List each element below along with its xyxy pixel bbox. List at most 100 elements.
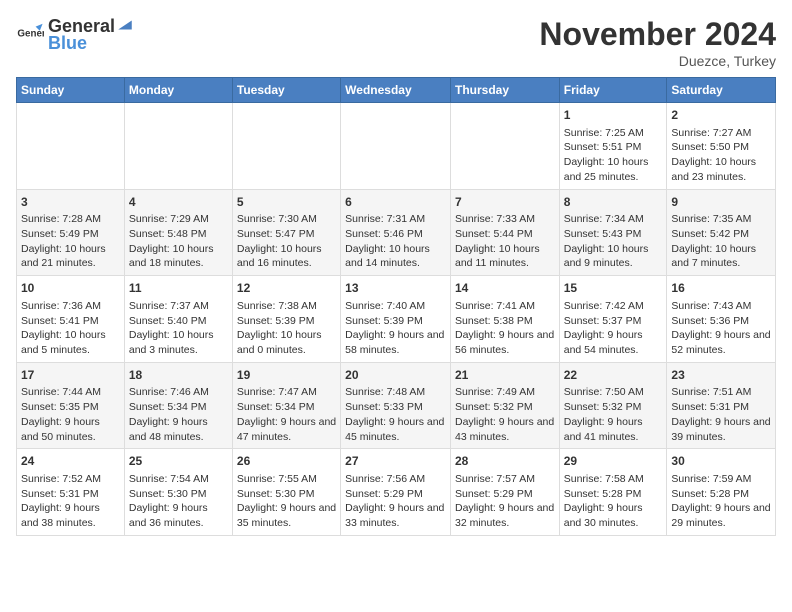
calendar-week-row: 10Sunrise: 7:36 AMSunset: 5:41 PMDayligh…: [17, 276, 776, 363]
day-info-line: Daylight: 9 hours and 58 minutes.: [345, 328, 446, 357]
day-info-line: Sunset: 5:47 PM: [237, 227, 336, 242]
day-info-line: Sunset: 5:49 PM: [21, 227, 120, 242]
day-info-line: Sunrise: 7:48 AM: [345, 385, 446, 400]
day-info-line: Sunset: 5:29 PM: [345, 487, 446, 502]
day-number: 2: [671, 107, 771, 124]
day-info-line: Sunset: 5:32 PM: [564, 400, 663, 415]
day-info-line: Sunrise: 7:30 AM: [237, 212, 336, 227]
day-info-line: Sunrise: 7:29 AM: [129, 212, 228, 227]
day-info-line: Sunset: 5:39 PM: [237, 314, 336, 329]
day-number: 26: [237, 453, 336, 470]
calendar-cell: 12Sunrise: 7:38 AMSunset: 5:39 PMDayligh…: [232, 276, 340, 363]
day-info-line: Daylight: 9 hours and 52 minutes.: [671, 328, 771, 357]
day-info-line: Sunrise: 7:36 AM: [21, 299, 120, 314]
day-info-line: Sunrise: 7:47 AM: [237, 385, 336, 400]
day-info-line: Sunset: 5:30 PM: [237, 487, 336, 502]
calendar-cell: 17Sunrise: 7:44 AMSunset: 5:35 PMDayligh…: [17, 362, 125, 449]
day-info-line: Sunrise: 7:37 AM: [129, 299, 228, 314]
day-info-line: Sunrise: 7:55 AM: [237, 472, 336, 487]
day-info-line: Sunset: 5:46 PM: [345, 227, 446, 242]
calendar-cell: 10Sunrise: 7:36 AMSunset: 5:41 PMDayligh…: [17, 276, 125, 363]
day-info-line: Daylight: 10 hours and 23 minutes.: [671, 155, 771, 184]
day-number: 19: [237, 367, 336, 384]
day-info-line: Daylight: 10 hours and 14 minutes.: [345, 242, 446, 271]
calendar-cell: 14Sunrise: 7:41 AMSunset: 5:38 PMDayligh…: [450, 276, 559, 363]
day-number: 29: [564, 453, 663, 470]
day-info-line: Sunset: 5:33 PM: [345, 400, 446, 415]
day-info-line: Daylight: 10 hours and 18 minutes.: [129, 242, 228, 271]
calendar-cell: 27Sunrise: 7:56 AMSunset: 5:29 PMDayligh…: [341, 449, 451, 536]
day-number: 14: [455, 280, 555, 297]
day-info-line: Sunrise: 7:27 AM: [671, 126, 771, 141]
day-info-line: Daylight: 10 hours and 5 minutes.: [21, 328, 120, 357]
day-header-thursday: Thursday: [450, 78, 559, 103]
day-info-line: Daylight: 9 hours and 29 minutes.: [671, 501, 771, 530]
day-info-line: Sunset: 5:32 PM: [455, 400, 555, 415]
day-info-line: Daylight: 9 hours and 43 minutes.: [455, 415, 555, 444]
day-info-line: Daylight: 10 hours and 7 minutes.: [671, 242, 771, 271]
day-info-line: Sunset: 5:30 PM: [129, 487, 228, 502]
calendar-cell: 28Sunrise: 7:57 AMSunset: 5:29 PMDayligh…: [450, 449, 559, 536]
day-info-line: Sunset: 5:36 PM: [671, 314, 771, 329]
day-number: 21: [455, 367, 555, 384]
day-info-line: Sunrise: 7:34 AM: [564, 212, 663, 227]
day-info-line: Sunrise: 7:41 AM: [455, 299, 555, 314]
calendar-week-row: 1Sunrise: 7:25 AMSunset: 5:51 PMDaylight…: [17, 103, 776, 190]
day-number: 3: [21, 194, 120, 211]
day-info-line: Daylight: 10 hours and 21 minutes.: [21, 242, 120, 271]
day-info-line: Sunrise: 7:40 AM: [345, 299, 446, 314]
day-info-line: Daylight: 10 hours and 0 minutes.: [237, 328, 336, 357]
day-info-line: Sunset: 5:44 PM: [455, 227, 555, 242]
calendar-cell: 11Sunrise: 7:37 AMSunset: 5:40 PMDayligh…: [124, 276, 232, 363]
day-info-line: Daylight: 9 hours and 39 minutes.: [671, 415, 771, 444]
day-info-line: Sunrise: 7:38 AM: [237, 299, 336, 314]
day-info-line: Sunset: 5:29 PM: [455, 487, 555, 502]
day-number: 13: [345, 280, 446, 297]
day-info-line: Sunset: 5:28 PM: [564, 487, 663, 502]
day-info-line: Sunrise: 7:46 AM: [129, 385, 228, 400]
day-info-line: Daylight: 9 hours and 30 minutes.: [564, 501, 663, 530]
calendar-cell: 8Sunrise: 7:34 AMSunset: 5:43 PMDaylight…: [559, 189, 667, 276]
day-header-tuesday: Tuesday: [232, 78, 340, 103]
day-info-line: Sunset: 5:51 PM: [564, 140, 663, 155]
calendar-cell: 9Sunrise: 7:35 AMSunset: 5:42 PMDaylight…: [667, 189, 776, 276]
calendar-table: SundayMondayTuesdayWednesdayThursdayFrid…: [16, 77, 776, 536]
day-info-line: Daylight: 9 hours and 33 minutes.: [345, 501, 446, 530]
day-number: 5: [237, 194, 336, 211]
day-number: 17: [21, 367, 120, 384]
calendar-week-row: 3Sunrise: 7:28 AMSunset: 5:49 PMDaylight…: [17, 189, 776, 276]
day-info-line: Sunset: 5:39 PM: [345, 314, 446, 329]
day-number: 4: [129, 194, 228, 211]
day-info-line: Sunrise: 7:59 AM: [671, 472, 771, 487]
day-info-line: Sunset: 5:31 PM: [671, 400, 771, 415]
day-info-line: Sunrise: 7:50 AM: [564, 385, 663, 400]
logo-arrow-icon: [116, 18, 134, 32]
calendar-cell: 26 Sunrise: 7:55 AMSunset: 5:30 PMDayligh…: [232, 449, 340, 536]
day-number: 20: [345, 367, 446, 384]
calendar-cell: 7Sunrise: 7:33 AMSunset: 5:44 PMDaylight…: [450, 189, 559, 276]
calendar-cell: [124, 103, 232, 190]
day-info-line: Sunrise: 7:43 AM: [671, 299, 771, 314]
day-info-line: Sunrise: 7:49 AM: [455, 385, 555, 400]
day-info-line: Daylight: 10 hours and 11 minutes.: [455, 242, 555, 271]
day-number: 25: [129, 453, 228, 470]
day-number: 28: [455, 453, 555, 470]
day-info-line: Daylight: 9 hours and 36 minutes.: [129, 501, 228, 530]
day-info-line: Sunrise: 7:31 AM: [345, 212, 446, 227]
day-info-line: Daylight: 9 hours and 41 minutes.: [564, 415, 663, 444]
day-info-line: Daylight: 9 hours and 56 minutes.: [455, 328, 555, 357]
header: General General Blue November 2024 Duezc…: [16, 16, 776, 69]
calendar-cell: [232, 103, 340, 190]
day-info-line: Daylight: 9 hours and 45 minutes.: [345, 415, 446, 444]
day-info-line: Daylight: 9 hours and 35 minutes.: [237, 501, 336, 530]
day-info-line: Daylight: 9 hours and 38 minutes.: [21, 501, 120, 530]
calendar-cell: [450, 103, 559, 190]
day-number: 18: [129, 367, 228, 384]
day-info-line: Sunrise: 7:33 AM: [455, 212, 555, 227]
calendar-cell: 25Sunrise: 7:54 AMSunset: 5:30 PMDayligh…: [124, 449, 232, 536]
day-info-line: Sunset: 5:42 PM: [671, 227, 771, 242]
calendar-cell: 13 Sunrise: 7:40 AMSunset: 5:39 PMDayligh…: [341, 276, 451, 363]
logo-icon: General: [16, 21, 44, 49]
day-number: 16: [671, 280, 771, 297]
day-info-line: Daylight: 10 hours and 9 minutes.: [564, 242, 663, 271]
